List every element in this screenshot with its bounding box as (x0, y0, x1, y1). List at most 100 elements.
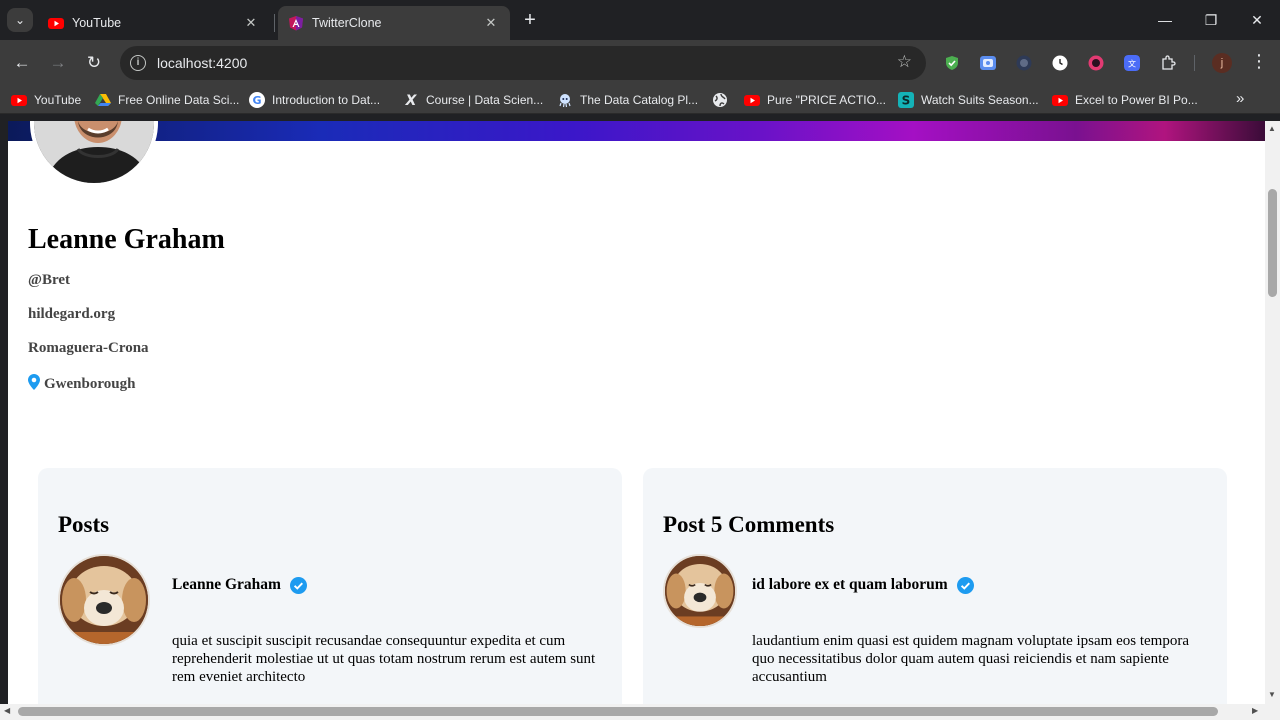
bookmark-star-icon[interactable]: ☆ (897, 52, 912, 72)
comment-body: laudantium enim quasi est quidem magnam … (752, 633, 1189, 685)
browser-toolbar: ← → ↻ i localhost:4200 ☆ 文 j ⋮ (0, 40, 1280, 86)
scroll-right-arrow-icon[interactable]: ▶ (1252, 706, 1258, 715)
toolbar-divider (1194, 55, 1195, 71)
pink-extension-icon[interactable] (1088, 55, 1104, 71)
tab-twitterclone[interactable]: TwitterClone ✕ (278, 6, 510, 40)
profile-location: Gwenborough (28, 374, 135, 393)
youtube-icon (744, 95, 760, 106)
forward-arrow-icon[interactable]: → (45, 50, 71, 76)
new-tab-button[interactable]: + (518, 9, 542, 33)
s-icon: S (898, 92, 914, 108)
tab-youtube[interactable]: YouTube ✕ (38, 6, 270, 40)
verified-badge-icon (956, 576, 974, 594)
scroll-up-arrow-icon[interactable]: ▲ (1268, 124, 1276, 133)
globe-icon (713, 93, 727, 107)
profile-website[interactable]: hildegard.org (28, 306, 115, 323)
minimize-icon[interactable]: — (1142, 6, 1188, 34)
octopus-icon (559, 94, 571, 108)
post-author-name: Leanne Graham (172, 576, 281, 593)
page-viewport: Leanne Graham @Bret hildegard.org Romagu… (8, 121, 1265, 704)
more-menu-icon[interactable]: ⋮ (1250, 51, 1268, 72)
translate-extension-icon[interactable]: 文 (1124, 55, 1140, 71)
bookmark-item[interactable]: The Data Catalog Pl... (557, 92, 698, 108)
tab-title: YouTube (72, 16, 122, 30)
profile-company: Romaguera-Crona (28, 340, 149, 356)
youtube-icon (1052, 95, 1068, 106)
shield-extension-icon[interactable] (944, 55, 960, 71)
dog-photo (665, 556, 735, 626)
comments-card: Post 5 Comments id labore ex et quam lab… (643, 468, 1227, 704)
dog-photo (60, 556, 148, 644)
bookmark-label: Introduction to Dat... (272, 93, 381, 107)
bookmark-item[interactable]: YouTube (11, 92, 81, 108)
comment-author[interactable]: id labore ex et quam laborum (752, 576, 974, 594)
bookmark-item[interactable]: X Course | Data Scien... (403, 92, 544, 108)
address-url[interactable]: localhost:4200 (157, 55, 247, 71)
clock-extension-icon[interactable] (1052, 55, 1068, 71)
more-bookmarks-icon[interactable]: » (1236, 90, 1244, 107)
youtube-icon (48, 18, 64, 29)
verified-badge-icon (289, 576, 307, 594)
profile-city: Gwenborough (44, 376, 136, 392)
tab-divider (274, 14, 275, 32)
location-pin-icon (28, 374, 40, 390)
bookmark-label: The Data Catalog Pl... (580, 93, 699, 107)
horizontal-scroll-thumb[interactable] (18, 707, 1218, 716)
youtube-icon (11, 95, 27, 106)
profile-name: Leanne Graham (28, 224, 225, 255)
tab-close-icon[interactable]: ✕ (482, 15, 500, 31)
profile-username: @Bret (28, 272, 70, 288)
bookmark-item[interactable]: Excel to Power BI Po... (1052, 92, 1198, 108)
bookmark-item[interactable]: S Watch Suits Season... (898, 92, 1039, 108)
bookmark-label: Free Online Data Sci... (118, 93, 240, 107)
address-bar[interactable]: i localhost:4200 ☆ (120, 46, 926, 80)
comment-author-avatar (663, 554, 737, 628)
profile-cover-image (8, 121, 1265, 141)
profile-avatar-photo (30, 121, 158, 187)
window-close-icon[interactable]: ✕ (1234, 6, 1280, 34)
site-info-icon[interactable]: i (130, 55, 146, 71)
svg-text:X: X (405, 93, 418, 108)
drive-icon (95, 94, 111, 106)
profile-photo (34, 121, 154, 183)
horizontal-scrollbar[interactable]: ◀ ▶ (0, 704, 1280, 720)
vertical-scrollbar[interactable]: ▲ ▼ (1265, 121, 1280, 704)
bookmark-label: Pure "PRICE ACTIO... (767, 93, 886, 107)
tab-search-chevron-icon[interactable]: ⌄ (7, 8, 33, 32)
record-extension-icon[interactable] (1016, 55, 1032, 71)
extensions-puzzle-icon[interactable] (1160, 55, 1176, 71)
bookmark-label: Course | Data Scien... (426, 93, 544, 107)
profile-avatar[interactable]: j (1212, 53, 1232, 73)
comment-author-name: id labore ex et quam laborum (752, 576, 948, 593)
back-arrow-icon[interactable]: ← (9, 50, 35, 76)
comments-card-title: Post 5 Comments (663, 512, 835, 537)
svg-text:S: S (902, 94, 911, 108)
tab-close-icon[interactable]: ✕ (242, 15, 260, 31)
screen-extension-icon[interactable] (980, 55, 996, 71)
post-body: quia et suscipit suscipit recusandae con… (172, 633, 596, 685)
bookmark-label: Excel to Power BI Po... (1075, 93, 1198, 107)
post-author-avatar (58, 554, 150, 646)
reload-icon[interactable]: ↻ (81, 50, 107, 76)
x-icon: X (405, 93, 418, 108)
google-icon: G (249, 92, 265, 108)
scroll-left-arrow-icon[interactable]: ◀ (4, 706, 10, 715)
bookmark-item[interactable]: Pure "PRICE ACTIO... (744, 92, 886, 108)
svg-text:G: G (252, 94, 261, 107)
scroll-down-arrow-icon[interactable]: ▼ (1268, 690, 1276, 699)
tab-strip: ⌄ YouTube ✕ TwitterClone ✕ + — ❐ ✕ (0, 0, 1280, 40)
restore-icon[interactable]: ❐ (1188, 6, 1234, 34)
posts-card: Posts Leanne Graham quia et suscipit sus… (38, 468, 622, 704)
svg-text:文: 文 (1128, 59, 1136, 69)
posts-card-title: Posts (58, 512, 110, 537)
bookmark-label: YouTube (34, 93, 82, 107)
bookmark-item[interactable]: G Introduction to Dat... (249, 92, 380, 108)
tab-title: TwitterClone (312, 16, 382, 30)
bookmark-item[interactable] (712, 92, 735, 108)
bookmarks-bar: YouTube Free Online Data Sci... G Introd… (0, 86, 1280, 114)
post-author[interactable]: Leanne Graham (172, 576, 307, 594)
vertical-scroll-thumb[interactable] (1268, 189, 1277, 297)
bookmark-item[interactable]: Free Online Data Sci... (95, 92, 239, 108)
bookmark-label: Watch Suits Season... (921, 93, 1039, 107)
angular-icon (289, 16, 303, 31)
